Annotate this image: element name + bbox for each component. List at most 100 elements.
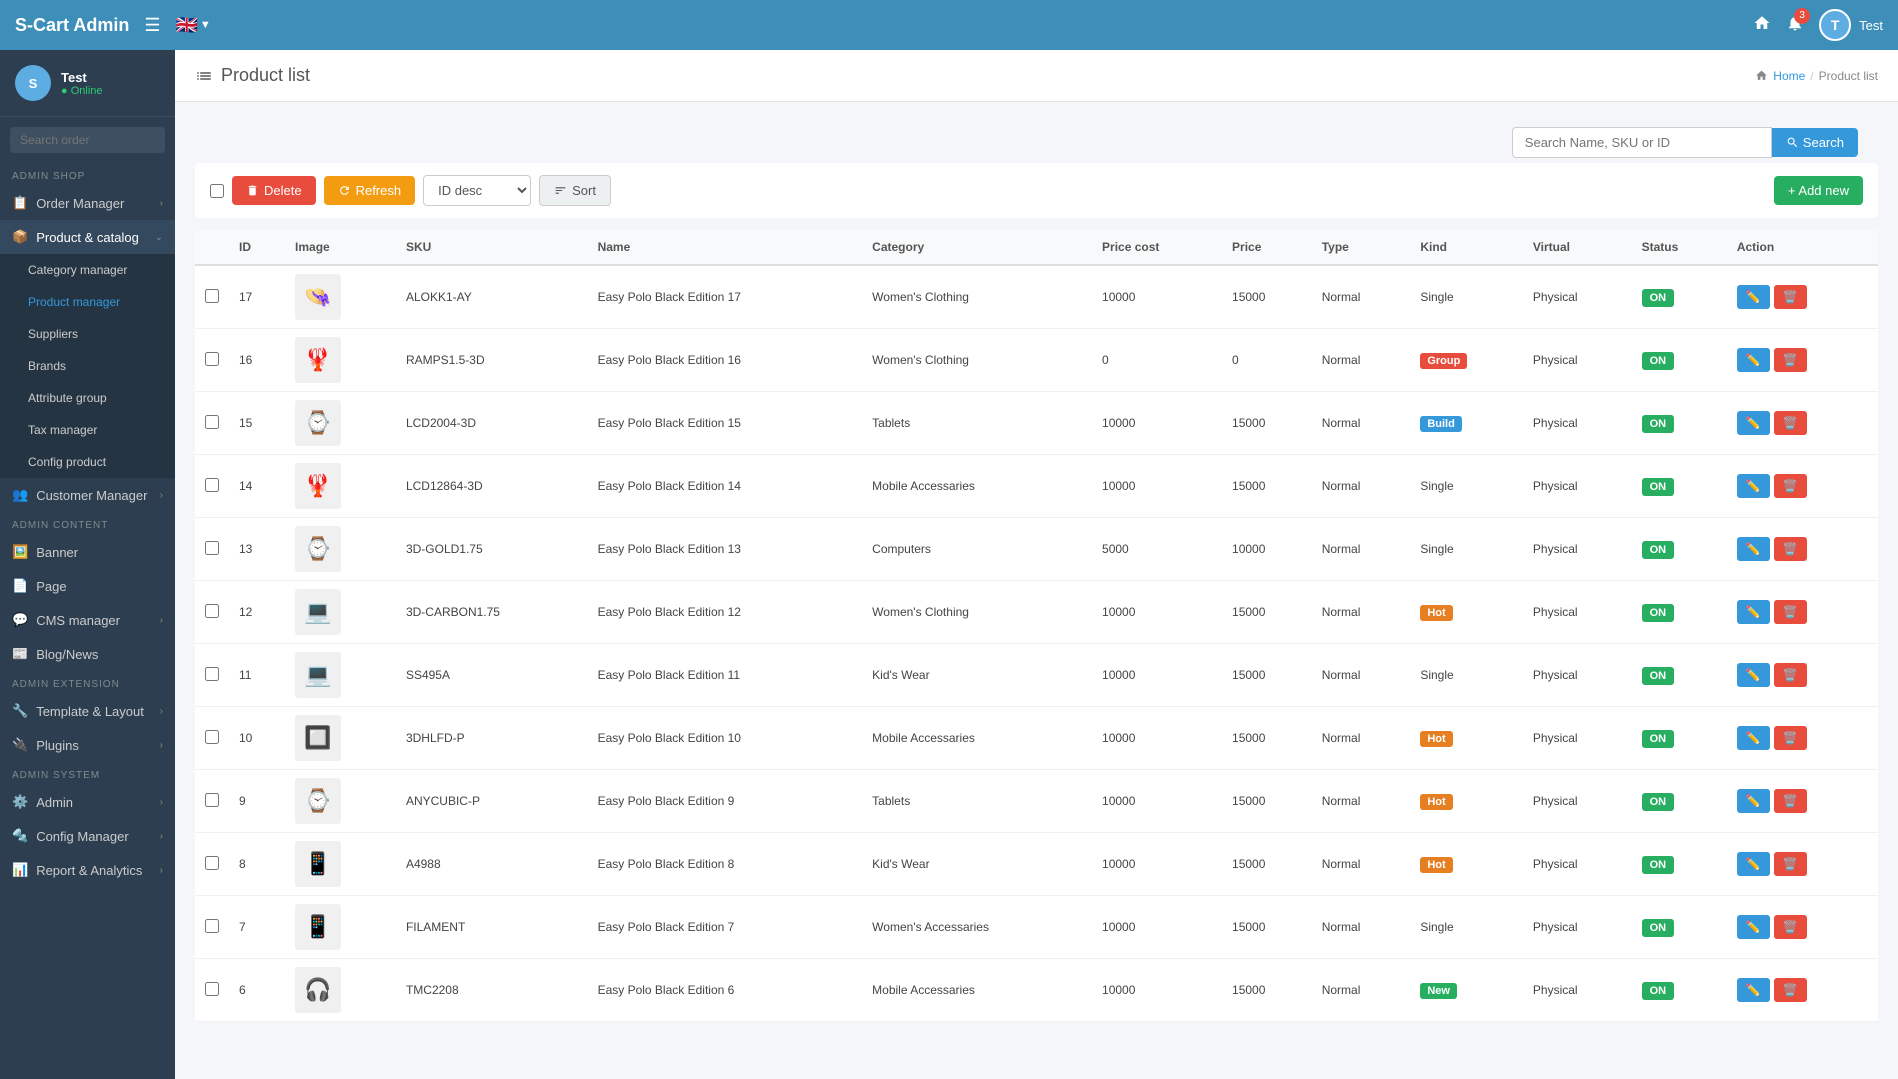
- search-button[interactable]: Search: [1772, 128, 1858, 157]
- edit-button-12[interactable]: ✏️: [1737, 600, 1770, 624]
- sidebar-item-suppliers[interactable]: Suppliers: [0, 318, 175, 350]
- sidebar-item-report-analytics[interactable]: 📊Report & Analytics ›: [0, 853, 175, 887]
- customer-icon: 👥: [12, 487, 28, 503]
- sidebar-item-cms-manager[interactable]: 💬CMS manager ›: [0, 603, 175, 637]
- sidebar-user: S Test ● Online: [0, 50, 175, 117]
- sidebar-item-config-product[interactable]: Config product: [0, 446, 175, 478]
- row-image-cell: 🦞: [285, 455, 396, 518]
- row-sku: ANYCUBIC-P: [396, 770, 588, 833]
- row-checkbox-17[interactable]: [205, 289, 219, 303]
- sidebar-item-brands[interactable]: Brands: [0, 350, 175, 382]
- sidebar-avatar: S: [15, 65, 51, 101]
- delete-row-button-8[interactable]: 🗑️: [1774, 852, 1807, 876]
- edit-button-10[interactable]: ✏️: [1737, 726, 1770, 750]
- row-type: Normal: [1312, 707, 1411, 770]
- delete-row-button-11[interactable]: 🗑️: [1774, 663, 1807, 687]
- row-checkbox-cell: [195, 959, 229, 1022]
- edit-button-15[interactable]: ✏️: [1737, 411, 1770, 435]
- delete-row-button-13[interactable]: 🗑️: [1774, 537, 1807, 561]
- row-virtual: Physical: [1523, 518, 1632, 581]
- edit-button-14[interactable]: ✏️: [1737, 474, 1770, 498]
- sidebar-item-order-manager[interactable]: 📋Order Manager ›: [0, 186, 175, 220]
- row-checkbox-13[interactable]: [205, 541, 219, 555]
- row-checkbox-7[interactable]: [205, 919, 219, 933]
- col-price: Price: [1222, 230, 1312, 265]
- sidebar-item-page[interactable]: 📄Page: [0, 569, 175, 603]
- col-image: Image: [285, 230, 396, 265]
- order-icon: 📋: [12, 195, 28, 211]
- row-checkbox-15[interactable]: [205, 415, 219, 429]
- page-icon: 📄: [12, 578, 28, 594]
- breadcrumb-home[interactable]: Home: [1773, 69, 1805, 83]
- sort-button[interactable]: Sort: [539, 175, 611, 206]
- select-all-checkbox[interactable]: [210, 184, 224, 198]
- edit-button-11[interactable]: ✏️: [1737, 663, 1770, 687]
- sidebar-search-input[interactable]: [10, 127, 165, 153]
- sidebar-item-customer-manager[interactable]: 👥Customer Manager ›: [0, 478, 175, 512]
- row-status: ON: [1632, 265, 1727, 329]
- add-new-button[interactable]: + Add new: [1774, 176, 1863, 205]
- sidebar-item-admin[interactable]: ⚙️Admin ›: [0, 785, 175, 819]
- row-checkbox-6[interactable]: [205, 982, 219, 996]
- row-checkbox-cell: [195, 455, 229, 518]
- row-category: Kid's Wear: [862, 644, 1092, 707]
- flag-selector[interactable]: 🇬🇧 ▼: [175, 15, 210, 36]
- delete-row-button-9[interactable]: 🗑️: [1774, 789, 1807, 813]
- sidebar-item-plugins[interactable]: 🔌Plugins ›: [0, 728, 175, 762]
- row-category: Women's Clothing: [862, 581, 1092, 644]
- sort-select[interactable]: ID desc ID asc Name asc Name desc: [423, 175, 531, 206]
- menu-toggle-icon[interactable]: ☰: [144, 15, 160, 36]
- sidebar-item-banner[interactable]: 🖼️Banner: [0, 535, 175, 569]
- sidebar-item-config-manager[interactable]: 🔩Config Manager ›: [0, 819, 175, 853]
- row-status: ON: [1632, 455, 1727, 518]
- row-checkbox-12[interactable]: [205, 604, 219, 618]
- row-checkbox-10[interactable]: [205, 730, 219, 744]
- row-price-cost: 10000: [1092, 896, 1222, 959]
- notification-badge: 3: [1794, 8, 1810, 24]
- row-checkbox-11[interactable]: [205, 667, 219, 681]
- row-checkbox-16[interactable]: [205, 352, 219, 366]
- delete-row-button-12[interactable]: 🗑️: [1774, 600, 1807, 624]
- delete-row-button-17[interactable]: 🗑️: [1774, 285, 1807, 309]
- edit-button-8[interactable]: ✏️: [1737, 852, 1770, 876]
- delete-row-button-16[interactable]: 🗑️: [1774, 348, 1807, 372]
- delete-row-button-15[interactable]: 🗑️: [1774, 411, 1807, 435]
- row-price: 15000: [1222, 392, 1312, 455]
- row-kind: Hot: [1410, 833, 1523, 896]
- edit-button-9[interactable]: ✏️: [1737, 789, 1770, 813]
- row-price-cost: 0: [1092, 329, 1222, 392]
- sidebar-item-category-manager[interactable]: Category manager: [0, 254, 175, 286]
- edit-button-17[interactable]: ✏️: [1737, 285, 1770, 309]
- sidebar-item-product-catalog[interactable]: 📦Product & catalog ⌄: [0, 220, 175, 254]
- row-image-cell: 💻: [285, 644, 396, 707]
- sidebar-item-attribute-group[interactable]: Attribute group: [0, 382, 175, 414]
- delete-row-button-7[interactable]: 🗑️: [1774, 915, 1807, 939]
- row-name: Easy Polo Black Edition 16: [588, 329, 863, 392]
- row-category: Tablets: [862, 392, 1092, 455]
- row-checkbox-8[interactable]: [205, 856, 219, 870]
- sidebar-item-template-layout[interactable]: 🔧Template & Layout ›: [0, 694, 175, 728]
- user-menu[interactable]: T Test: [1819, 9, 1883, 41]
- row-price: 15000: [1222, 644, 1312, 707]
- search-input[interactable]: [1512, 127, 1772, 158]
- delete-row-button-10[interactable]: 🗑️: [1774, 726, 1807, 750]
- sidebar-item-blog-news[interactable]: 📰Blog/News: [0, 637, 175, 671]
- edit-button-7[interactable]: ✏️: [1737, 915, 1770, 939]
- row-checkbox-14[interactable]: [205, 478, 219, 492]
- row-type: Normal: [1312, 329, 1411, 392]
- notifications-icon[interactable]: 3: [1786, 14, 1804, 37]
- refresh-button[interactable]: Refresh: [324, 176, 416, 205]
- sidebar-item-tax-manager[interactable]: Tax manager: [0, 414, 175, 446]
- row-checkbox-9[interactable]: [205, 793, 219, 807]
- edit-button-13[interactable]: ✏️: [1737, 537, 1770, 561]
- table-row: 10 🔲 3DHLFD-P Easy Polo Black Edition 10…: [195, 707, 1878, 770]
- delete-button[interactable]: Delete: [232, 176, 316, 205]
- sidebar-item-product-manager[interactable]: Product manager: [0, 286, 175, 318]
- edit-button-6[interactable]: ✏️: [1737, 978, 1770, 1002]
- row-price-cost: 10000: [1092, 265, 1222, 329]
- edit-button-16[interactable]: ✏️: [1737, 348, 1770, 372]
- delete-row-button-6[interactable]: 🗑️: [1774, 978, 1807, 1002]
- home-nav-icon[interactable]: [1753, 14, 1771, 37]
- row-image-cell: 🔲: [285, 707, 396, 770]
- delete-row-button-14[interactable]: 🗑️: [1774, 474, 1807, 498]
